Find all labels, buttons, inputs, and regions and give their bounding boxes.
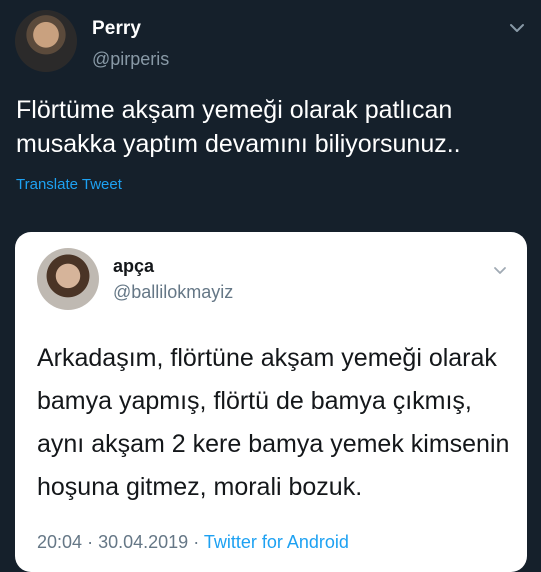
translate-tweet-link[interactable]: Translate Tweet <box>16 176 122 193</box>
chevron-down-icon[interactable] <box>493 266 507 276</box>
quoted-display-name[interactable]: apça <box>113 256 154 277</box>
tweet: Perry @pirperis Flörtüme akşam yemeği ol… <box>0 0 541 572</box>
quoted-tweet-card[interactable]: apça @ballilokmayiz Arkadaşım, flörtüne … <box>15 232 527 572</box>
display-name[interactable]: Perry <box>92 18 141 40</box>
tweet-date[interactable]: 30.04.2019 <box>98 532 188 552</box>
tweet-time: 20:04 <box>37 532 83 552</box>
quoted-avatar[interactable] <box>37 248 99 310</box>
meta-separator: · <box>193 532 200 552</box>
tweet-text: Flörtüme akşam yemeği olarak patlıcan mu… <box>16 96 461 158</box>
meta-separator: · <box>87 532 94 552</box>
chevron-down-icon[interactable] <box>509 22 525 34</box>
quoted-tweet-meta: 20:04 · 30.04.2019 · Twitter for Android <box>37 532 349 553</box>
user-handle[interactable]: @pirperis <box>92 49 169 70</box>
tweet-source[interactable]: Twitter for Android <box>204 532 349 552</box>
quoted-user-handle[interactable]: @ballilokmayiz <box>113 282 233 303</box>
avatar[interactable] <box>15 10 77 72</box>
quoted-tweet-text: Arkadaşım, flörtüne akşam yemeği olarak … <box>37 344 510 501</box>
